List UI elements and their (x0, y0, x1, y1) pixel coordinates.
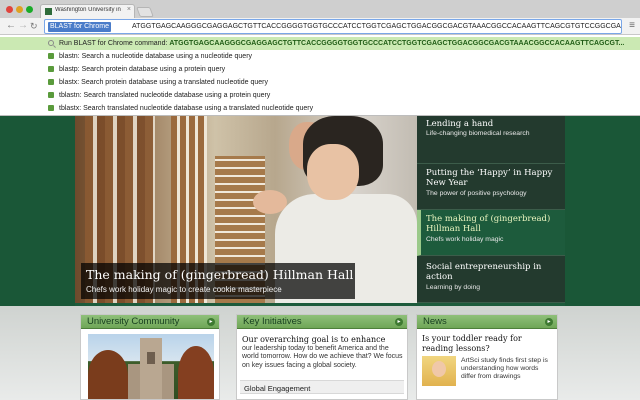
menu-icon[interactable]: ≡ (629, 21, 635, 31)
story-title: Social entrepreneurship in action (426, 262, 542, 282)
panel-title[interactable]: Key Initiatives (243, 316, 302, 327)
suggestion-blastn[interactable]: blastn: Search a nucleotide database usi… (0, 50, 640, 63)
suggestion-label: tblastn: Search translated nucleotide da… (59, 92, 271, 99)
omnibox-input[interactable]: BLAST for Chrome ATGGTGAGCAAGGGCGAGGAGCT… (44, 19, 622, 34)
story-title: Putting the ‘Happy’ in Happy New Year (426, 168, 553, 188)
story-title: The making of (gingerbread) Hillman Hall (426, 214, 551, 234)
forward-arrow-icon[interactable]: → (18, 20, 28, 32)
news-panel: News ▸ Is your toddler ready for reading… (416, 314, 558, 400)
window-minimize-button[interactable] (16, 6, 23, 13)
chef-image (307, 144, 359, 200)
web-page: The making of (gingerbread) Hillman Hall… (0, 116, 640, 400)
story-subtitle: Life-changing biomedical research (426, 130, 530, 137)
news-summary: ArtSci study finds first step is underst… (461, 357, 548, 380)
extension-icon (48, 53, 54, 59)
panel-header[interactable]: University Community ▸ (81, 315, 219, 329)
story-item-active[interactable]: The making of (gingerbread) Hillman Hall… (417, 210, 565, 256)
extension-icon (48, 66, 54, 72)
suggestion-blastp[interactable]: blastp: Search protein database using a … (0, 63, 640, 76)
story-subtitle: Chefs work holiday magic (426, 236, 504, 243)
browser-titlebar: Washington University in St. Louis × (0, 0, 640, 18)
reload-icon[interactable]: ↻ (30, 20, 38, 32)
omnibox-keyword-chip: BLAST for Chrome (48, 22, 112, 32)
page-background (0, 116, 75, 306)
arrow-right-icon[interactable]: ▸ (545, 318, 553, 326)
window-image (147, 352, 155, 364)
suggestion-blastx[interactable]: blastx: Search protein database using a … (0, 76, 640, 89)
toddler-thumbnail[interactable] (422, 356, 456, 386)
story-subtitle: Learning by doing (426, 284, 481, 291)
suggestion-label: tblastx: Search translated nucleotide da… (59, 105, 314, 112)
panel-header[interactable]: Key Initiatives ▸ (237, 315, 407, 329)
panel-title[interactable]: University Community (87, 316, 179, 327)
chef-hands-image (253, 190, 287, 214)
page-background (565, 116, 640, 306)
panel-title[interactable]: News (423, 316, 447, 327)
tree-image (178, 346, 214, 399)
hero-caption[interactable]: The making of (gingerbread) Hillman Hall… (81, 263, 355, 299)
link-label[interactable]: Global Engagement (244, 384, 310, 393)
panel-header[interactable]: News ▸ (417, 315, 557, 329)
window-zoom-button[interactable] (26, 6, 33, 13)
story-title: Lending a hand (426, 119, 494, 129)
key-initiatives-panel: Key Initiatives ▸ Our overarching goal i… (236, 314, 408, 400)
browser-tab[interactable]: Washington University in St. Louis × (40, 4, 135, 18)
tower-image (140, 338, 162, 399)
tab-title: Washington University in St. Louis (55, 7, 123, 13)
omnibox-suggestions: Run BLAST for Chrome command: ATGGTGAGCA… (0, 35, 640, 116)
story-item[interactable]: Social entrepreneurship in action Learni… (417, 256, 565, 303)
browser-toolbar: ← → ↻ BLAST for Chrome ATGGTGAGCAAGGGCGA… (0, 18, 640, 35)
campus-photo[interactable] (88, 334, 214, 399)
suggestion-tblastn[interactable]: tblastn: Search translated nucleotide da… (0, 89, 640, 102)
tree-image (88, 350, 128, 399)
suggestion-label: Run BLAST for Chrome command: (59, 40, 170, 47)
story-item[interactable]: Putting the ‘Happy’ in Happy New Year Th… (417, 164, 565, 210)
initiatives-lead: Our overarching goal is to enhance (242, 335, 386, 344)
back-arrow-icon[interactable]: ← (6, 20, 16, 32)
extension-icon (48, 105, 54, 111)
initiatives-body: our leadership today to benefit America … (242, 344, 403, 369)
search-icon (48, 40, 54, 46)
suggestion-label: blastn: Search a nucleotide database usi… (59, 53, 253, 60)
omnibox-query[interactable]: ATGGTGAGCAAGGGCGAGGAGCTGTTCACCGGGGTGGTGC… (132, 22, 621, 32)
arrow-right-icon[interactable]: ▸ (395, 318, 403, 326)
wustl-favicon-icon (45, 8, 52, 15)
story-item[interactable]: Lending a hand Life-changing biomedical … (417, 116, 565, 164)
story-subtitle: The power of positive psychology (426, 190, 527, 197)
story-list: Lending a hand Life-changing biomedical … (417, 116, 565, 303)
suggestion-tblastx[interactable]: tblastx: Search translated nucleotide da… (0, 102, 640, 115)
window-close-button[interactable] (6, 6, 13, 13)
suggestion-label: blastx: Search protein database using a … (59, 79, 268, 86)
extension-icon (48, 79, 54, 85)
new-tab-button[interactable] (136, 7, 154, 17)
news-headline[interactable]: Is your toddler ready for reading lesson… (422, 334, 552, 353)
suggestion-label: blastp: Search protein database using a … (59, 66, 226, 73)
arrow-right-icon[interactable]: ▸ (207, 318, 215, 326)
hero-slide[interactable]: The making of (gingerbread) Hillman Hall… (75, 116, 417, 303)
hero-subtitle: Chefs work holiday magic to create cooki… (86, 285, 282, 294)
university-community-panel: University Community ▸ (80, 314, 220, 400)
tab-close-icon[interactable]: × (127, 6, 131, 13)
global-engagement-link[interactable]: Global Engagement (240, 380, 404, 394)
extension-icon (48, 92, 54, 98)
initiatives-text: Our overarching goal is to enhance our l… (242, 335, 404, 370)
suggestion-run-blast[interactable]: Run BLAST for Chrome command: ATGGTGAGCA… (0, 37, 640, 50)
hero-title[interactable]: The making of (gingerbread) Hillman Hall (86, 267, 353, 282)
suggestion-query: ATGGTGAGCAAGGGCGAGGAGCTGTTCACCGGGGTGGTGC… (169, 40, 625, 47)
